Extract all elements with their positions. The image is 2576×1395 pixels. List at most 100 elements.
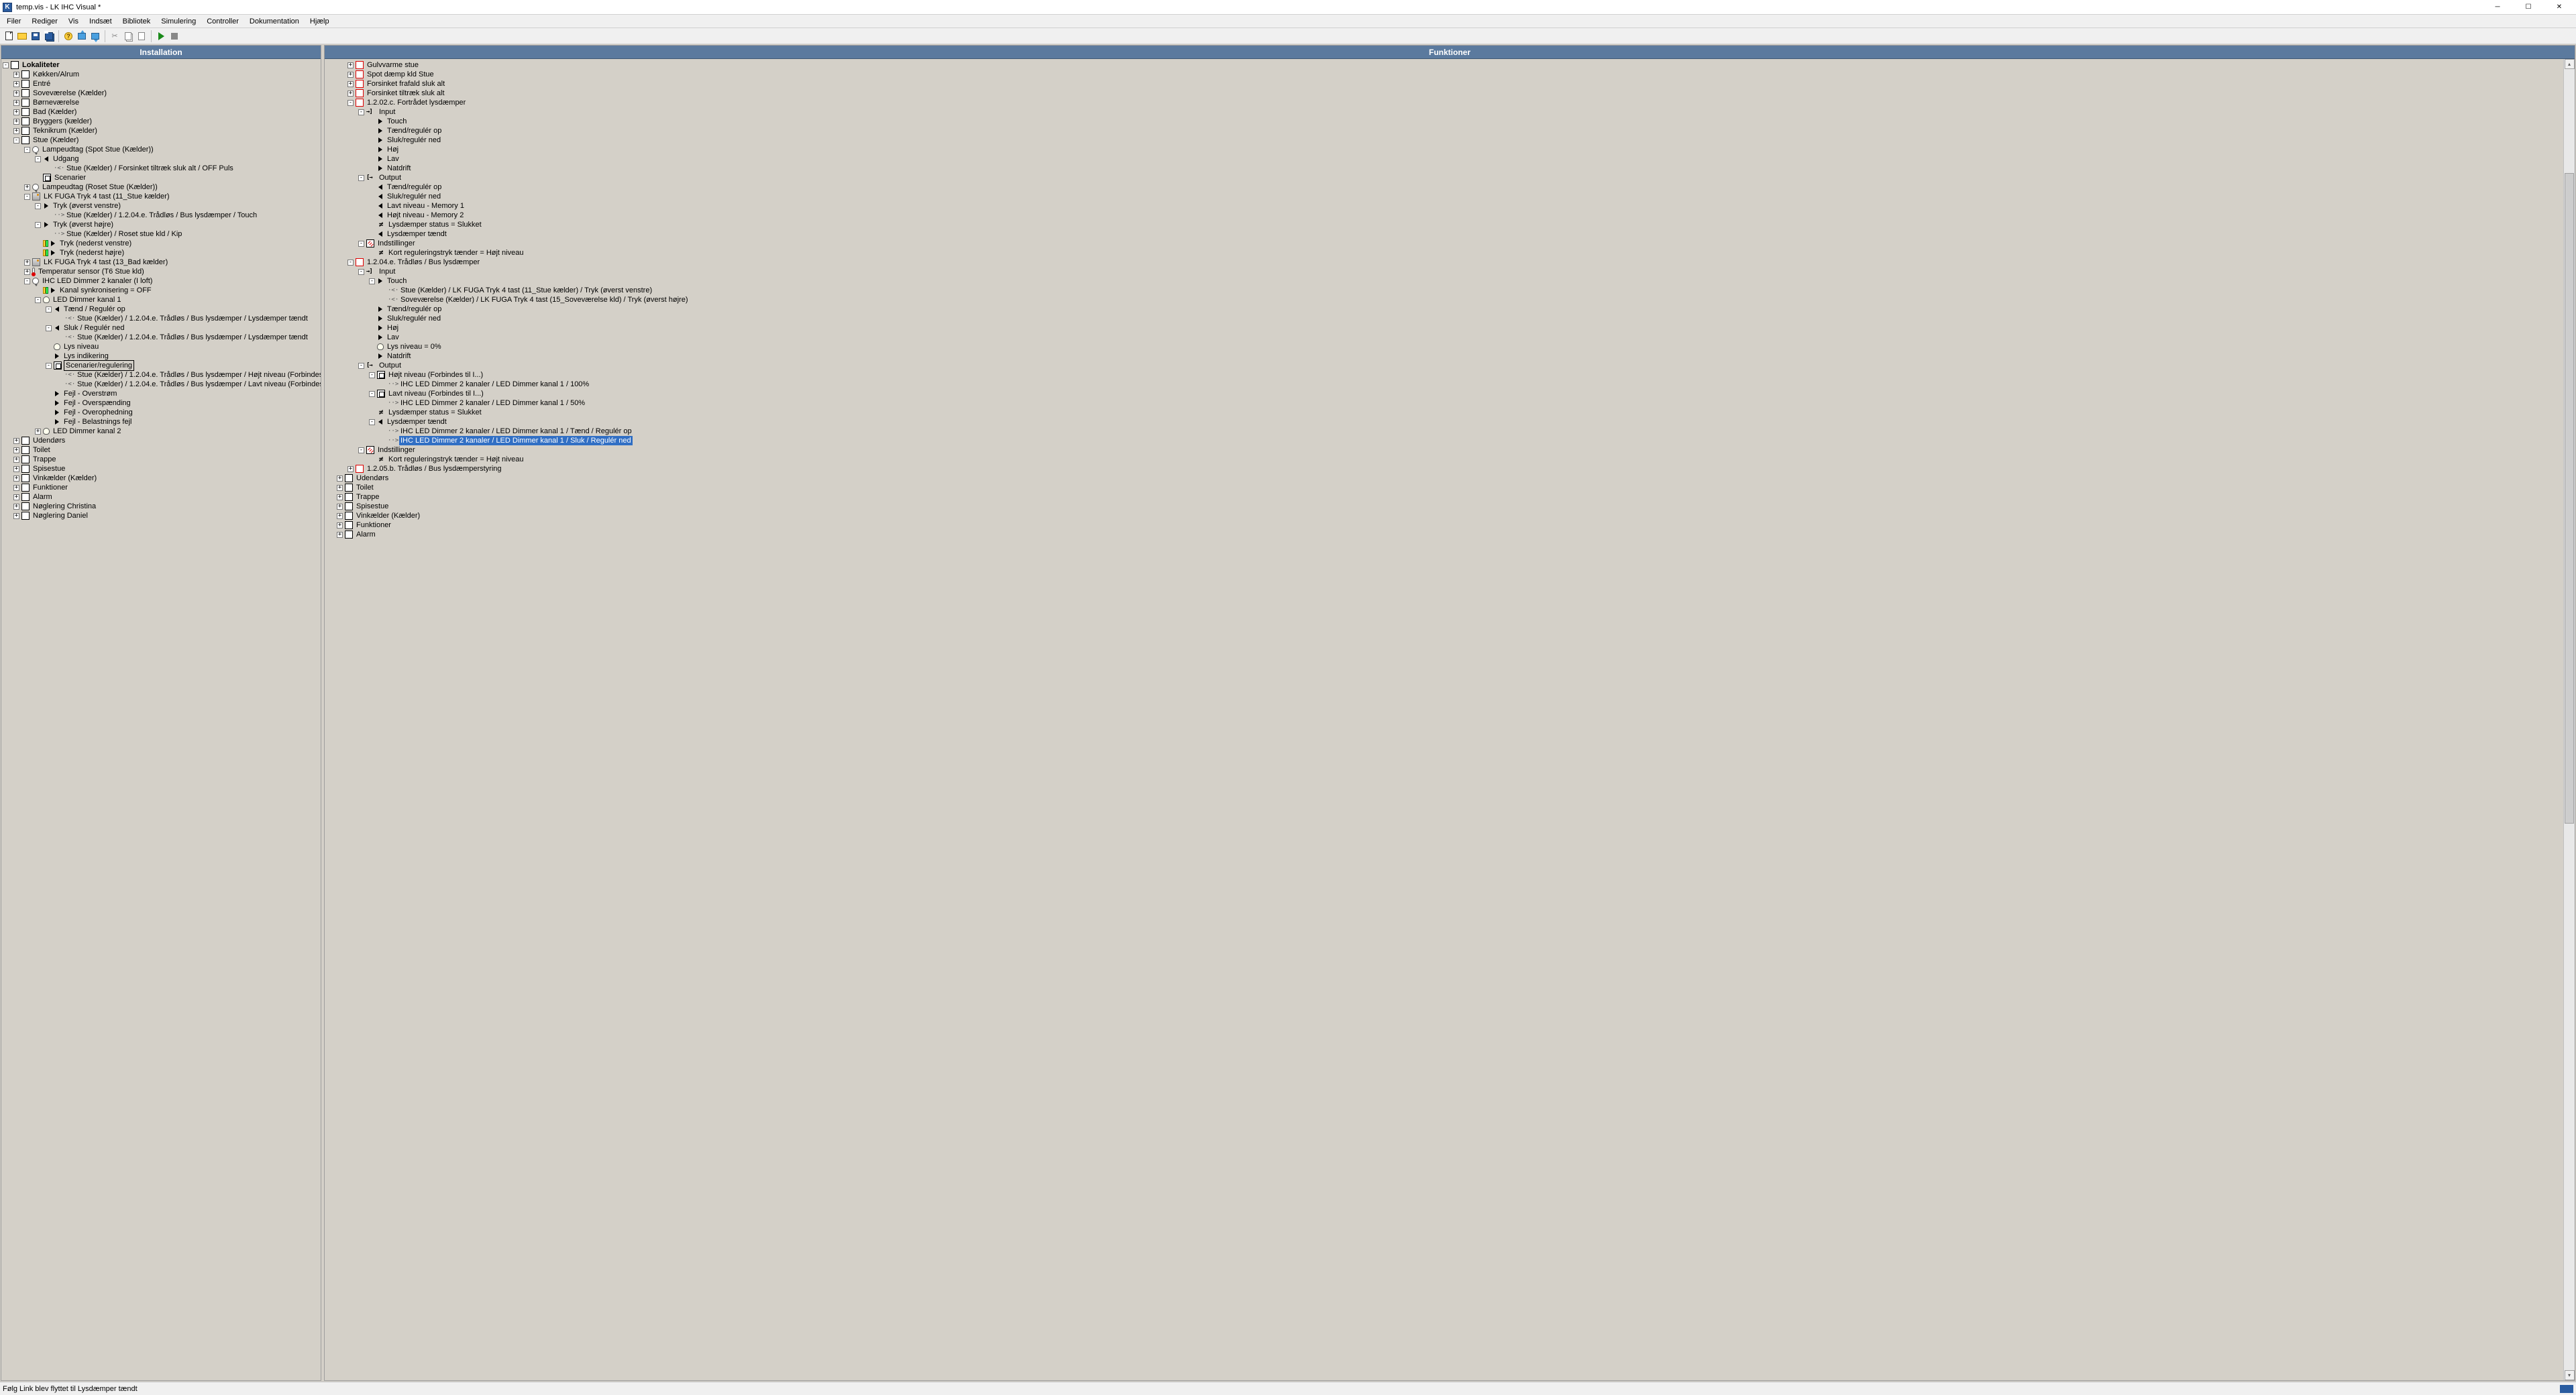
tree-label[interactable]: Forsinket frafald sluk alt bbox=[366, 79, 446, 89]
expand-toggle[interactable]: + bbox=[13, 91, 19, 97]
download-button[interactable] bbox=[89, 30, 101, 42]
tree-label[interactable]: Tryk (nederst højre) bbox=[58, 248, 125, 258]
tree-node[interactable]: + Udendørs bbox=[337, 473, 2563, 483]
expand-toggle[interactable]: + bbox=[13, 466, 19, 472]
tree-label[interactable]: Bad (Kælder) bbox=[32, 107, 78, 117]
tree-label[interactable]: Spisestue bbox=[355, 502, 390, 511]
tree-label[interactable]: Stue (Kælder) / 1.2.04.e. Trådløs / Bus … bbox=[76, 380, 321, 389]
tree-node[interactable]: Fejl - Overstrøm bbox=[46, 389, 321, 398]
tree-node[interactable]: Lys niveau = 0% bbox=[369, 342, 2563, 351]
tree-label[interactable]: Trappe bbox=[355, 492, 380, 502]
menu-vis[interactable]: Vis bbox=[63, 16, 84, 27]
expand-toggle[interactable]: + bbox=[13, 438, 19, 444]
tree-label[interactable]: Forsinket tiltræk sluk alt bbox=[366, 89, 446, 98]
tree-label[interactable]: Sluk/regulér ned bbox=[386, 135, 442, 145]
tree-node[interactable]: +Alarm bbox=[13, 492, 321, 502]
expand-toggle[interactable]: + bbox=[13, 494, 19, 500]
tree-node[interactable]: -IndstillingerKort reguleringstryk tænde… bbox=[358, 239, 2563, 258]
collapse-toggle[interactable]: - bbox=[24, 194, 30, 200]
tree-node[interactable]: -[→OutputTænd/regulér opSluk/regulér ned… bbox=[358, 173, 2563, 239]
tree-label[interactable]: IHC LED Dimmer 2 kanaler / LED Dimmer ka… bbox=[399, 398, 586, 408]
collapse-toggle[interactable]: - bbox=[358, 447, 364, 453]
saveall-button[interactable] bbox=[43, 30, 55, 42]
tree-node[interactable]: -Højt niveau (Forbindes til I...)··>IHC … bbox=[369, 370, 2563, 389]
tree-node[interactable]: -→]Input-Touch·<·Stue (Kælder) / LK FUGA… bbox=[358, 267, 2563, 361]
expand-toggle[interactable]: + bbox=[337, 522, 343, 528]
tree-label[interactable]: Tænd/regulér op bbox=[386, 182, 443, 192]
tree-node[interactable]: +Gulvvarme stue bbox=[347, 60, 2563, 70]
tree-node[interactable]: +Børneværelse bbox=[13, 98, 321, 107]
tree-node[interactable]: Natdrift bbox=[369, 351, 2563, 361]
tree-node[interactable]: -1.2.04.e. Trådløs / Bus lysdæmper-→]Inp… bbox=[347, 258, 2563, 464]
tree-node[interactable]: ··>IHC LED Dimmer 2 kanaler / LED Dimmer… bbox=[380, 380, 2563, 389]
tree-label[interactable]: Udendørs bbox=[355, 473, 390, 483]
tree-node[interactable]: +Bryggers (kælder) bbox=[13, 117, 321, 126]
tree-node[interactable]: Sluk/regulér ned bbox=[369, 314, 2563, 323]
tree-node[interactable]: -LK FUGA Tryk 4 tast (11_Stue kælder)-Tr… bbox=[24, 192, 321, 258]
tree-node[interactable]: Touch bbox=[369, 117, 2563, 126]
tree-label[interactable]: Høj bbox=[386, 145, 400, 154]
tree-label[interactable]: IHC LED Dimmer 2 kanaler / LED Dimmer ka… bbox=[399, 436, 633, 445]
menu-indsaet[interactable]: Indsæt bbox=[84, 16, 117, 27]
tree-label[interactable]: Soveværelse (Kælder) bbox=[32, 89, 108, 98]
expand-toggle[interactable]: + bbox=[13, 485, 19, 491]
expand-toggle[interactable]: + bbox=[13, 504, 19, 510]
tree-node[interactable]: Højt niveau - Memory 2 bbox=[369, 211, 2563, 220]
tree-label[interactable]: Scenarier/regulering bbox=[64, 360, 134, 371]
tree-label[interactable]: Indstillinger bbox=[376, 445, 417, 455]
tree-node[interactable]: -[→Output-Højt niveau (Forbindes til I..… bbox=[358, 361, 2563, 445]
tree-node[interactable]: + Funktioner bbox=[337, 520, 2563, 530]
collapse-toggle[interactable]: - bbox=[24, 147, 30, 153]
tree-node[interactable]: Fejl - Overspænding bbox=[46, 398, 321, 408]
tree-node[interactable]: ··>IHC LED Dimmer 2 kanaler / LED Dimmer… bbox=[380, 436, 2563, 445]
tree-label[interactable]: Stue (Kælder) / 1.2.04.e. Trådløs / Bus … bbox=[76, 333, 309, 342]
tree-label[interactable]: Lysdæmper tændt bbox=[386, 417, 448, 427]
expand-toggle[interactable]: + bbox=[337, 485, 343, 491]
tree-label[interactable]: Teknikrum (Kælder) bbox=[32, 126, 99, 135]
tree-label[interactable]: Temperatur sensor (T6 Stue kld) bbox=[37, 267, 146, 276]
tree-label[interactable]: IHC LED Dimmer 2 kanaler (I loft) bbox=[41, 276, 154, 286]
tree-node[interactable]: +Teknikrum (Kælder) bbox=[13, 126, 321, 135]
tree-node[interactable]: Tryk (nederst højre) bbox=[35, 248, 321, 258]
play-button[interactable] bbox=[155, 30, 167, 42]
menu-hjaelp[interactable]: Hjælp bbox=[305, 16, 335, 27]
tree-label[interactable]: Touch bbox=[386, 117, 408, 126]
tree-label[interactable]: Kort reguleringstryk tænder = Højt nivea… bbox=[387, 455, 525, 464]
tree-node[interactable]: +Vinkælder (Kælder) bbox=[337, 511, 2563, 520]
tree-label[interactable]: Gulvvarme stue bbox=[366, 60, 420, 70]
tree-label[interactable]: Sluk/regulér ned bbox=[386, 314, 442, 323]
tree-label[interactable]: Input bbox=[378, 267, 396, 276]
tree-node[interactable]: Natdrift bbox=[369, 164, 2563, 173]
tree-node[interactable]: +Temperatur sensor (T6 Stue kld) bbox=[24, 267, 321, 276]
tree-label[interactable]: Tryk (øverst venstre) bbox=[52, 201, 122, 211]
expand-toggle[interactable]: + bbox=[13, 457, 19, 463]
expand-toggle[interactable]: + bbox=[337, 476, 343, 482]
tree-label[interactable]: Højt niveau - Memory 2 bbox=[386, 211, 465, 220]
expand-toggle[interactable]: + bbox=[24, 260, 30, 266]
tree-node[interactable]: ·<·Soveværelse (Kælder) / LK FUGA Tryk 4… bbox=[380, 295, 2563, 304]
tree-node[interactable]: +Forsinket tiltræk sluk alt bbox=[347, 89, 2563, 98]
tree-node[interactable]: - IndstillingerKort reguleringstryk tænde… bbox=[358, 445, 2563, 464]
collapse-toggle[interactable]: - bbox=[3, 62, 9, 68]
tree-label[interactable]: IHC LED Dimmer 2 kanaler / LED Dimmer ka… bbox=[399, 380, 590, 389]
scroll-up-button[interactable]: ▴ bbox=[2565, 59, 2575, 69]
tree-root-label[interactable]: Lokaliteter bbox=[21, 60, 61, 70]
tree-node[interactable]: -Scenarier/regulering·<·Stue (Kælder) / … bbox=[46, 361, 321, 389]
help-button[interactable]: ? bbox=[62, 30, 74, 42]
collapse-toggle[interactable]: - bbox=[46, 306, 52, 313]
tree-node[interactable]: +Nøglering Christina bbox=[13, 502, 321, 511]
open-button[interactable] bbox=[16, 30, 28, 42]
tree-node[interactable]: Kort reguleringstryk tænder = Højt nivea… bbox=[369, 248, 2563, 258]
tree-node[interactable]: +Trappe bbox=[337, 492, 2563, 502]
collapse-toggle[interactable]: - bbox=[46, 325, 52, 331]
collapse-toggle[interactable]: - bbox=[358, 109, 364, 115]
installation-tree[interactable]: -Lokaliteter+Køkken/Alrum+Entré+Sovevære… bbox=[1, 59, 321, 1380]
tree-label[interactable]: LK FUGA Tryk 4 tast (13_Bad kælder) bbox=[42, 258, 169, 267]
tree-node[interactable]: +Forsinket frafald sluk alt bbox=[347, 79, 2563, 89]
tree-node[interactable]: +Entré bbox=[13, 79, 321, 89]
tree-node[interactable]: -Lysdæmper tændt··>IHC LED Dimmer 2 kana… bbox=[369, 417, 2563, 445]
tree-label[interactable]: Funktioner bbox=[355, 520, 392, 530]
expand-toggle[interactable]: + bbox=[13, 72, 19, 78]
tree-node[interactable]: ··>Stue (Kælder) / Roset stue kld / Kip bbox=[46, 229, 321, 239]
tree-label[interactable]: Udgang bbox=[52, 154, 80, 164]
